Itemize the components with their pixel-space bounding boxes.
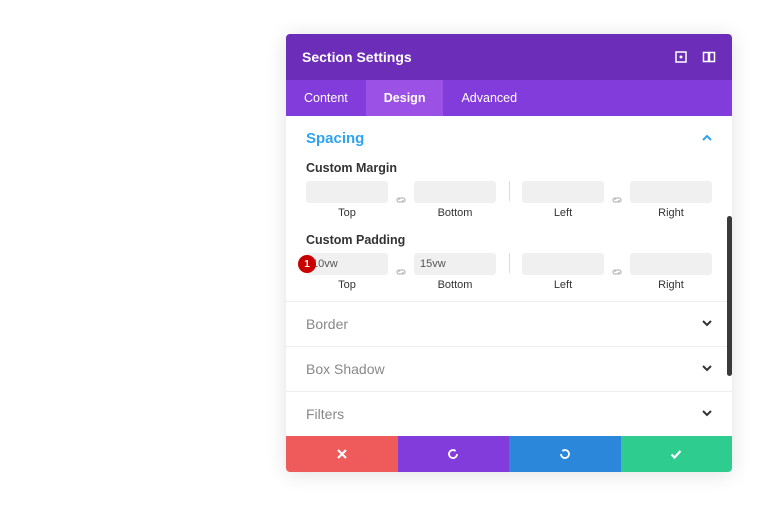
custom-padding-label: Custom Padding: [306, 233, 712, 247]
chevron-down-icon: [702, 408, 712, 421]
callout-badge: 1: [298, 255, 316, 273]
margin-top-input[interactable]: [306, 181, 388, 203]
divider: [509, 253, 510, 273]
scrollbar[interactable]: [727, 216, 732, 376]
save-button[interactable]: [621, 436, 733, 472]
redo-button[interactable]: [509, 436, 621, 472]
chevron-down-icon: [702, 318, 712, 331]
label-left: Left: [554, 279, 572, 291]
link-icon[interactable]: [394, 265, 408, 279]
accordion-box-shadow[interactable]: Box Shadow: [286, 346, 732, 391]
expand-icon[interactable]: [674, 50, 688, 64]
label-right: Right: [658, 279, 684, 291]
label-right: Right: [658, 207, 684, 219]
settings-panel: Section Settings Content Design Advanced…: [286, 34, 732, 472]
padding-controls: 1 Top Bottom: [306, 253, 712, 291]
accordion-label: Border: [306, 316, 348, 332]
panel-title: Section Settings: [302, 49, 412, 65]
accordion-label: Box Shadow: [306, 361, 385, 377]
margin-left-input[interactable]: [522, 181, 604, 203]
margin-controls: Top Bottom Left: [306, 181, 712, 219]
spacing-toggle[interactable]: Spacing: [306, 130, 712, 147]
label-bottom: Bottom: [438, 207, 473, 219]
tab-design[interactable]: Design: [366, 80, 444, 116]
padding-left-input[interactable]: [522, 253, 604, 275]
tab-content[interactable]: Content: [286, 80, 366, 116]
margin-right-input[interactable]: [630, 181, 712, 203]
padding-bottom-input[interactable]: [414, 253, 496, 275]
custom-margin-label: Custom Margin: [306, 161, 712, 175]
padding-top-input[interactable]: [306, 253, 388, 275]
spacing-title: Spacing: [306, 130, 364, 147]
divider: [509, 181, 510, 201]
tab-advanced[interactable]: Advanced: [443, 80, 535, 116]
link-icon[interactable]: [394, 193, 408, 207]
link-icon[interactable]: [610, 193, 624, 207]
label-top: Top: [338, 279, 356, 291]
panel-footer: [286, 436, 732, 472]
chevron-down-icon: [702, 363, 712, 376]
cancel-button[interactable]: [286, 436, 398, 472]
header-actions: [674, 50, 716, 64]
undo-button[interactable]: [398, 436, 510, 472]
margin-bottom-input[interactable]: [414, 181, 496, 203]
spacing-section: Spacing Custom Margin Top: [286, 116, 732, 301]
label-bottom: Bottom: [438, 279, 473, 291]
padding-right-input[interactable]: [630, 253, 712, 275]
accordion-border[interactable]: Border: [286, 301, 732, 346]
label-left: Left: [554, 207, 572, 219]
tabs: Content Design Advanced: [286, 80, 732, 116]
snap-icon[interactable]: [702, 50, 716, 64]
link-icon[interactable]: [610, 265, 624, 279]
accordion-label: Filters: [306, 406, 344, 422]
panel-body: Spacing Custom Margin Top: [286, 116, 732, 436]
accordion-filters[interactable]: Filters: [286, 391, 732, 436]
panel-header: Section Settings: [286, 34, 732, 80]
label-top: Top: [338, 207, 356, 219]
chevron-up-icon: [702, 132, 712, 146]
